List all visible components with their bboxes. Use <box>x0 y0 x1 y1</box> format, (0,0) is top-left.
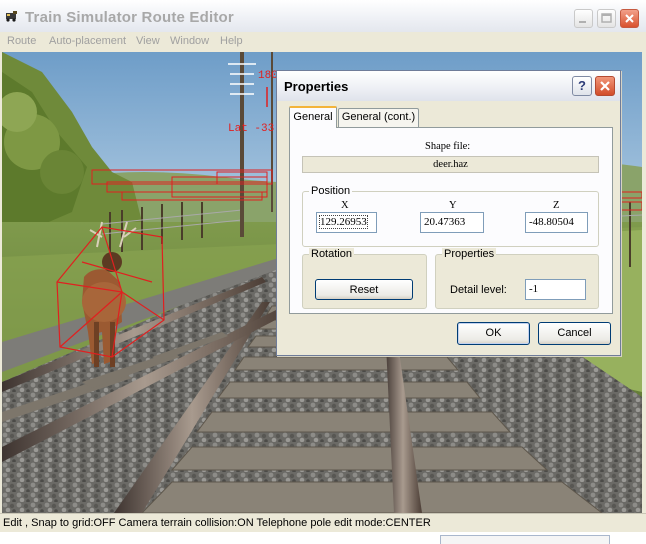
minimize-button[interactable] <box>574 9 593 28</box>
detail-level-input[interactable]: -1 <box>525 279 586 300</box>
close-window-button[interactable] <box>620 9 639 28</box>
position-group-title: Position <box>309 185 353 197</box>
overlay-angle: 180 <box>258 70 278 82</box>
properties-dialog: Properties ? General General (cont.) Sha… <box>276 70 621 356</box>
app-title: Train Simulator Route Editor <box>25 9 234 26</box>
y-label: Y <box>449 200 457 211</box>
rotation-group: Rotation Reset <box>302 248 427 309</box>
overlay-lat: Lat -33 <box>228 123 274 135</box>
shape-file-label: Shape file: <box>425 141 471 152</box>
maximize-button[interactable] <box>597 9 616 28</box>
reset-rotation-button[interactable]: Reset <box>315 279 413 300</box>
properties-group-title: Properties <box>442 248 497 260</box>
properties-group: Properties Detail level: -1 <box>435 248 599 309</box>
status-text: Edit , Snap to grid:OFF Camera terrain c… <box>3 517 431 529</box>
minimize-icon <box>579 21 586 23</box>
help-icon: ? <box>578 78 586 93</box>
close-icon <box>600 81 610 91</box>
status-bar: Edit , Snap to grid:OFF Camera terrain c… <box>0 513 646 532</box>
dialog-close-button[interactable] <box>595 76 615 96</box>
position-z-input[interactable]: -48.80504 <box>525 212 588 233</box>
dialog-title: Properties <box>284 79 349 94</box>
help-button[interactable]: ? <box>572 76 592 96</box>
dialog-titlebar[interactable]: Properties ? <box>277 71 620 101</box>
position-y-input[interactable]: 20.47363 <box>420 212 484 233</box>
position-group: Position X Y Z 129.26953 20.47363 -48.80… <box>302 185 599 247</box>
x-label: X <box>341 200 349 211</box>
z-label: Z <box>553 200 560 211</box>
menu-route[interactable]: Route <box>7 35 36 47</box>
app-titlebar: Train Simulator Route Editor <box>0 0 646 32</box>
maximize-icon <box>601 13 612 23</box>
ok-button[interactable]: OK <box>457 322 530 345</box>
detail-level-label: Detail level: <box>450 284 507 296</box>
menu-help[interactable]: Help <box>220 35 243 47</box>
menu-view[interactable]: View <box>136 35 160 47</box>
background-window-edge <box>440 535 610 544</box>
tab-general[interactable]: General <box>289 106 337 128</box>
train-icon <box>6 11 17 22</box>
close-icon <box>625 14 634 23</box>
cancel-button[interactable]: Cancel <box>538 322 611 345</box>
rotation-group-title: Rotation <box>309 248 354 260</box>
menu-auto-placement[interactable]: Auto-placement <box>49 35 126 47</box>
menu-window[interactable]: Window <box>170 35 209 47</box>
position-x-input[interactable]: 129.26953 <box>316 212 377 233</box>
general-tab-panel: Shape file: deer.haz Position X Y Z 129.… <box>289 127 613 314</box>
tab-general-cont[interactable]: General (cont.) <box>338 108 419 128</box>
shape-file-value: deer.haz <box>302 156 599 173</box>
menubar: Route Auto-placement View Window Help <box>0 32 646 52</box>
